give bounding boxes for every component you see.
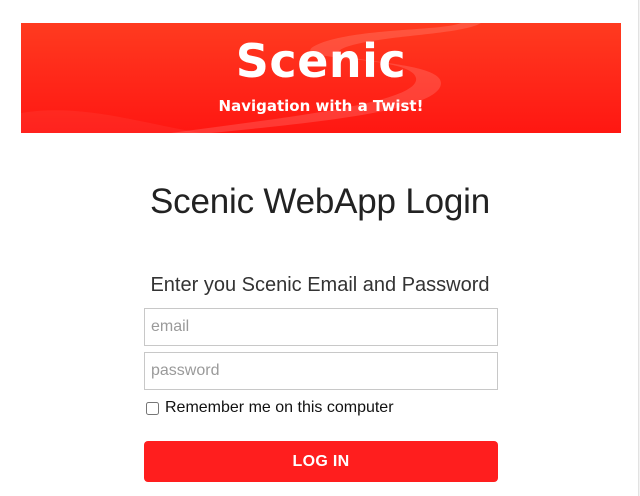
remember-me-checkbox[interactable] xyxy=(146,401,159,415)
page-title: Scenic WebApp Login xyxy=(150,182,490,221)
login-button[interactable]: LOG IN xyxy=(144,441,498,482)
brand-logo: Scenic xyxy=(235,34,407,88)
login-page: Scenic Navigation with a Twist! Scenic W… xyxy=(0,0,640,496)
remember-me-label: Remember me on this computer xyxy=(165,399,394,416)
login-instructions: Enter you Scenic Email and Password xyxy=(150,274,490,296)
email-field[interactable] xyxy=(144,308,498,346)
scenic-banner: Scenic Navigation with a Twist! xyxy=(21,23,621,133)
password-field[interactable] xyxy=(144,352,498,390)
brand-tagline: Navigation with a Twist! xyxy=(218,97,424,115)
login-card: Scenic Navigation with a Twist! Scenic W… xyxy=(0,0,639,496)
remember-me-option[interactable]: Remember me on this computer xyxy=(146,398,394,418)
